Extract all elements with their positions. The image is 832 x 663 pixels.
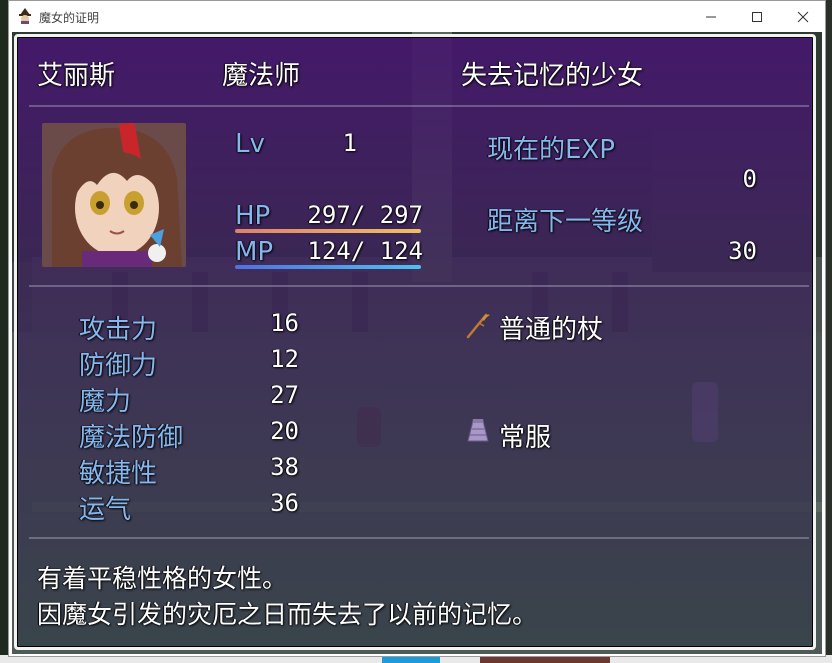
clothes-icon	[464, 417, 492, 445]
window-title: 魔女的证明	[39, 11, 100, 25]
maximize-icon	[752, 11, 762, 22]
equip-clothes: 常服	[499, 423, 552, 453]
param-value: 27	[270, 381, 299, 409]
param-value: 12	[270, 345, 299, 373]
hp-label: HP	[235, 201, 271, 231]
close-button[interactable]	[780, 1, 826, 32]
actor-nickname: 失去记忆的少女	[461, 61, 644, 91]
param-label: 魔力	[79, 387, 132, 417]
param-label: 运气	[79, 495, 132, 525]
param-label: 魔法防御	[79, 423, 184, 453]
profile-line-2: 因魔女引发的灾厄之日而失去了以前的记忆。	[37, 600, 538, 629]
hp-gauge	[235, 229, 421, 233]
divider	[29, 105, 809, 107]
next-level-value: 30	[728, 237, 757, 265]
actor-class: 魔法师	[222, 61, 301, 91]
param-value: 36	[270, 489, 299, 517]
actor-name: 艾丽斯	[37, 61, 116, 91]
level-value: 1	[342, 129, 357, 157]
exp-label: 现在的EXP	[487, 135, 615, 165]
profile-line-1: 有着平稳性格的女性。	[37, 564, 288, 593]
param-label: 攻击力	[79, 315, 158, 345]
status-window: 艾丽斯 魔法师 失去记忆的少女 Lv 1 HP 297/ 297 MP 124/…	[14, 34, 816, 650]
game-canvas[interactable]: 艾丽斯 魔法师 失去记忆的少女 Lv 1 HP 297/ 297 MP 124/…	[12, 32, 822, 654]
param-value: 38	[270, 453, 299, 481]
param-label: 敏捷性	[79, 459, 158, 489]
param-label: 防御力	[79, 351, 158, 381]
exp-value: 0	[742, 165, 757, 193]
equip-weapon: 普通的杖	[499, 315, 604, 345]
staff-icon	[464, 311, 492, 339]
minimize-icon	[706, 16, 716, 17]
actor-portrait	[42, 123, 186, 267]
divider	[29, 285, 809, 287]
close-icon	[797, 11, 809, 22]
divider	[29, 537, 809, 539]
app-icon	[17, 8, 33, 24]
mp-gauge	[235, 265, 421, 269]
mp-value: 124/ 124	[307, 237, 423, 265]
mp-label: MP	[235, 237, 274, 267]
maximize-button[interactable]	[734, 1, 780, 32]
app-window: 魔女的证明 艾丽斯 魔法师 失去记忆的少女 Lv 1 HP 297/ 297 M…	[8, 0, 826, 657]
next-level-label: 距离下一等级	[487, 207, 644, 237]
level-label: Lv	[235, 129, 265, 159]
title-bar[interactable]: 魔女的证明	[9, 1, 825, 32]
param-value: 16	[270, 309, 299, 337]
minimize-button[interactable]	[688, 1, 734, 32]
hp-value: 297/ 297	[307, 201, 423, 229]
param-value: 20	[270, 417, 299, 445]
